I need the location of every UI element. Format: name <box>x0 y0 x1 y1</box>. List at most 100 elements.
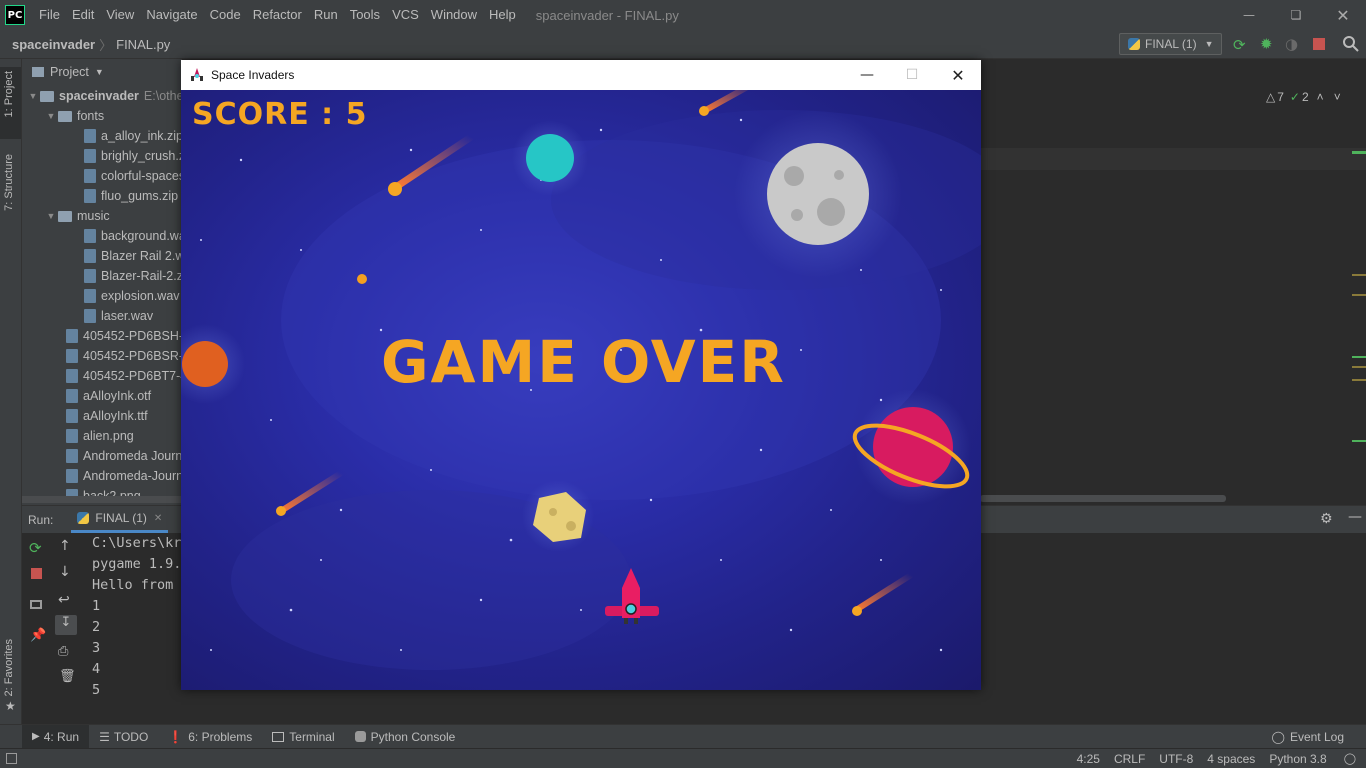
game-window-titlebar[interactable]: Space Invaders — ☐ ✕ <box>181 60 981 90</box>
tree-file[interactable]: laser.wav <box>84 306 153 326</box>
tab-todo[interactable]: ☰ TODO <box>89 725 158 749</box>
check-icon: ✓ <box>1289 90 1300 104</box>
menu-refactor[interactable]: Refactor <box>247 0 308 30</box>
folder-icon <box>58 110 72 122</box>
tab-problems[interactable]: ❗ 6: Problems <box>158 725 262 749</box>
breadcrumb-file[interactable]: FINAL.py <box>116 37 170 52</box>
tab-terminal[interactable]: Terminal <box>262 725 344 749</box>
search-icon[interactable] <box>1342 35 1360 53</box>
tree-root[interactable]: ▼ spaceinvader E:\othe <box>26 86 182 106</box>
print-icon[interactable]: ⎙ <box>58 644 68 659</box>
close-icon[interactable]: ✕ <box>154 513 162 524</box>
menu-code[interactable]: Code <box>204 0 247 30</box>
font-file-icon <box>66 409 78 423</box>
tree-folder-music[interactable]: ▼ music <box>44 206 110 226</box>
minimize-icon[interactable]: — <box>844 60 890 90</box>
status-bar: 4:25 CRLF UTF-8 4 spaces Python 3.8 ◯ <box>0 748 1366 768</box>
stop-icon[interactable] <box>31 568 42 579</box>
layout-icon[interactable] <box>30 600 42 609</box>
breadcrumb-project[interactable]: spaceinvader <box>12 37 95 52</box>
tree-file[interactable]: colorful-spaces <box>84 166 182 186</box>
menu-run[interactable]: Run <box>308 0 344 30</box>
python-icon <box>77 512 90 524</box>
game-canvas[interactable]: SCORE : 5 GAME OVER <box>181 90 981 690</box>
menu-vcs[interactable]: VCS <box>386 0 425 30</box>
event-log-tab[interactable]: ◯ Event Log <box>1262 725 1354 749</box>
scroll-marker <box>1352 151 1366 154</box>
inspection-widget[interactable]: △ 7 ✓ 2 ˄ ˅ <box>1266 90 1341 104</box>
tree-file[interactable]: explosion.wav <box>84 286 180 306</box>
tree-file[interactable]: background.wa <box>84 226 182 246</box>
tree-file[interactable]: 405452-PD6BT7-46 <box>66 366 182 386</box>
down-arrow-icon[interactable]: ↓ <box>59 564 71 580</box>
archive-file-icon <box>66 369 78 383</box>
small-orb <box>357 274 367 284</box>
project-tool-tab-label: 1: Project <box>3 71 15 118</box>
close-icon[interactable]: ✕ <box>1328 0 1358 30</box>
console-line: 1 <box>92 598 101 614</box>
menu-view[interactable]: View <box>100 0 140 30</box>
pin-icon[interactable]: 📌 <box>30 628 46 643</box>
caret-position[interactable]: 4:25 <box>1070 752 1107 766</box>
tab-python-console[interactable]: Python Console <box>345 725 466 749</box>
hide-icon[interactable]: — <box>1348 509 1362 525</box>
rerun-icon[interactable]: ⟳ <box>1233 36 1246 54</box>
coverage-icon[interactable]: ◑ <box>1285 35 1298 53</box>
scroll-marker <box>1352 294 1366 296</box>
gear-icon[interactable]: ⚙ <box>1320 511 1333 527</box>
chevron-down-icon[interactable]: ˅ <box>1334 90 1341 104</box>
file-encoding[interactable]: UTF-8 <box>1152 752 1200 766</box>
orange-planet <box>182 341 228 387</box>
bottom-tool-tabs: ▶ 4: Run ☰ TODO ❗ 6: Problems Terminal Pyth… <box>0 724 1366 749</box>
tree-file[interactable]: Andromeda-Journ <box>66 466 182 486</box>
tree-file[interactable]: 405452-PD6BSR-59 <box>66 346 182 366</box>
tree-file[interactable]: 405452-PD6BSH-8( <box>66 326 182 346</box>
project-horizontal-scrollbar[interactable] <box>22 496 182 503</box>
run-tab[interactable]: FINAL (1) ✕ <box>71 506 169 533</box>
minimize-icon[interactable]: — <box>1234 0 1264 30</box>
archive-file-icon <box>84 269 96 283</box>
restore-icon[interactable]: ❏ <box>1281 0 1311 30</box>
run-config-selector[interactable]: FINAL (1) ▼ <box>1119 33 1222 55</box>
horizontal-scrollbar[interactable] <box>980 495 1226 502</box>
stop-icon[interactable] <box>1313 38 1325 50</box>
tree-folder-fonts[interactable]: ▼ fonts <box>44 106 105 126</box>
soft-wrap-icon[interactable]: ↩ <box>58 592 70 608</box>
tree-file[interactable]: alien.png <box>66 426 134 446</box>
tree-file[interactable]: a_alloy_ink.zip <box>84 126 182 146</box>
chevron-down-icon: ▼ <box>94 67 104 77</box>
menu-file[interactable]: File <box>33 0 66 30</box>
scroll-marker <box>1352 366 1366 368</box>
tree-file[interactable]: aAlloyInk.ttf <box>66 406 148 426</box>
warning-count: 7 <box>1277 90 1284 104</box>
tree-file[interactable]: fluo_gums.zip <box>84 186 178 206</box>
indent-setting[interactable]: 4 spaces <box>1200 752 1262 766</box>
tool-window-toggle-icon[interactable] <box>6 753 17 764</box>
lock-icon[interactable]: ◯ <box>1334 752 1366 765</box>
tree-file[interactable]: Blazer Rail 2.wa <box>84 246 182 266</box>
menu-window[interactable]: Window <box>425 0 483 30</box>
trash-icon[interactable]: 🗑 <box>59 669 76 684</box>
rerun-icon[interactable]: ⟳ <box>29 539 42 557</box>
up-arrow-icon[interactable]: ↑ <box>59 538 71 554</box>
menu-help[interactable]: Help <box>483 0 522 30</box>
structure-tool-tab-label[interactable]: 7: Structure <box>3 154 15 211</box>
menu-tools[interactable]: Tools <box>344 0 386 30</box>
tree-file[interactable]: Blazer-Rail-2.zi <box>84 266 182 286</box>
close-icon[interactable]: ✕ <box>935 60 981 90</box>
line-separator[interactable]: CRLF <box>1107 752 1152 766</box>
menu-edit[interactable]: Edit <box>66 0 100 30</box>
archive-file-icon <box>66 449 78 463</box>
scroll-to-end-icon[interactable]: ↧ <box>55 615 77 635</box>
tree-file[interactable]: aAlloyInk.otf <box>66 386 151 406</box>
tree-file[interactable]: Andromeda Journe <box>66 446 182 466</box>
favorites-tool-tab-label[interactable]: 2: Favorites <box>3 639 15 696</box>
debug-icon[interactable]: ✹ <box>1260 35 1273 53</box>
tree-file[interactable]: brighly_crush.z <box>84 146 182 166</box>
tab-run[interactable]: ▶ 4: Run <box>22 724 90 749</box>
python-interpreter[interactable]: Python 3.8 <box>1262 752 1333 766</box>
menu-navigate[interactable]: Navigate <box>140 0 203 30</box>
chevron-up-icon[interactable]: ˄ <box>1317 90 1324 104</box>
editor-area[interactable]: △ 7 ✓ 2 ˄ ˅ <box>980 59 1366 505</box>
project-panel-header[interactable]: Project ▼ <box>22 59 182 85</box>
